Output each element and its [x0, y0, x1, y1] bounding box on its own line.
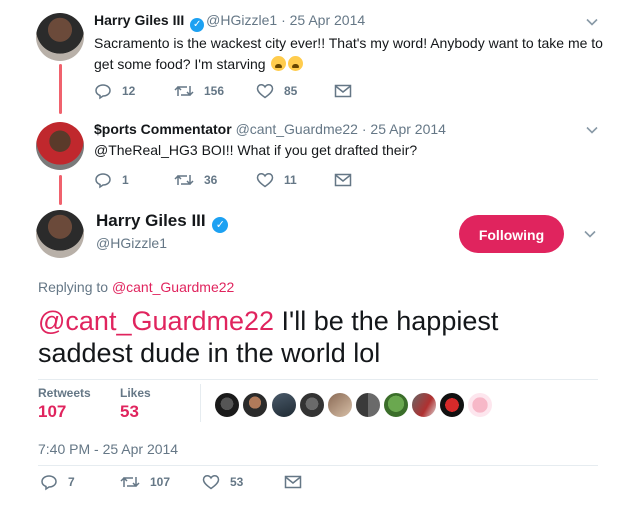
message-icon[interactable] — [334, 83, 352, 99]
retweet-count: 156 — [204, 84, 225, 98]
author-handle[interactable]: @HGizzle1 — [206, 12, 277, 28]
like-count: 85 — [284, 84, 298, 98]
author-handle[interactable]: @cant_Guardme22 — [236, 121, 358, 137]
avatar[interactable] — [36, 13, 84, 61]
like-count: 53 — [230, 475, 244, 489]
main-author-handle[interactable]: @HGizzle1 — [96, 235, 167, 251]
liker-avatar[interactable] — [299, 392, 325, 418]
following-button[interactable]: Following — [459, 215, 564, 253]
likes-value: 53 — [120, 402, 139, 421]
liker-avatar[interactable] — [411, 392, 437, 418]
reply-button[interactable]: 1 — [94, 171, 174, 189]
retweet-icon — [120, 476, 140, 488]
like-button[interactable]: 53 — [202, 473, 284, 491]
message-icon[interactable] — [284, 474, 302, 490]
replying-to: Replying to @cant_Guardme22 — [38, 279, 235, 295]
chevron-down-icon[interactable] — [585, 123, 599, 137]
reply-icon — [41, 475, 57, 491]
main-tweet-text: @cant_Guardme22 I'll be the happiest sad… — [38, 306, 499, 368]
message-icon[interactable] — [334, 172, 352, 188]
chevron-down-icon[interactable] — [585, 15, 599, 29]
retweets-stat[interactable]: Retweets 107 — [38, 386, 91, 422]
retweet-icon — [174, 174, 194, 186]
liker-avatar[interactable] — [467, 392, 493, 418]
main-author-name[interactable]: Harry Giles III ✓ — [96, 211, 230, 233]
tweet-text: Sacramento is the wackest city ever!! Th… — [94, 35, 603, 72]
reply-button[interactable]: 12 — [94, 82, 174, 100]
like-icon — [256, 84, 274, 99]
verified-icon: ✓ — [212, 217, 229, 233]
reply-button[interactable]: 7 — [40, 473, 120, 491]
reply-count: 1 — [122, 173, 129, 187]
reply-icon — [95, 173, 111, 189]
reply-icon — [95, 84, 111, 100]
avatar[interactable] — [36, 210, 84, 258]
verified-icon: ✓ — [190, 18, 205, 32]
tweet-text: @TheReal_HG3 BOI!! What if you get draft… — [94, 142, 418, 158]
mention-link[interactable]: @cant_Guardme22 — [38, 306, 274, 336]
liker-avatar[interactable] — [327, 392, 353, 418]
replying-to-link[interactable]: @cant_Guardme22 — [112, 279, 234, 295]
retweet-button[interactable]: 36 — [174, 171, 256, 189]
author-name[interactable]: $ports Commentator — [94, 121, 232, 137]
tweet-actions: 12 156 85 — [94, 82, 352, 100]
divider — [38, 379, 598, 380]
chevron-down-icon[interactable] — [583, 227, 597, 241]
retweet-button[interactable]: 156 — [174, 82, 256, 100]
retweet-icon — [174, 85, 194, 97]
tweet-header: $ports Commentator @cant_Guardme22 · 25 … — [94, 121, 446, 137]
likes-stat[interactable]: Likes 53 — [120, 386, 151, 422]
thread-line — [59, 64, 62, 114]
like-button[interactable]: 85 — [256, 82, 334, 100]
weary-face-emoji — [288, 56, 304, 71]
divider — [38, 465, 598, 466]
divider — [200, 384, 201, 422]
liker-avatar[interactable] — [439, 392, 465, 418]
retweet-count: 36 — [204, 173, 218, 187]
retweets-value: 107 — [38, 402, 67, 421]
retweet-button[interactable]: 107 — [120, 473, 202, 491]
thread-line — [59, 175, 62, 205]
weary-face-emoji — [271, 56, 287, 71]
tweet-header: Harry Giles III ✓ @HGizzle1 · 25 Apr 2014 — [94, 12, 365, 32]
tweet-date[interactable]: · 25 Apr 2014 — [281, 12, 365, 28]
liker-avatar[interactable] — [242, 392, 268, 418]
liker-avatar[interactable] — [271, 392, 297, 418]
like-icon — [202, 475, 220, 490]
liker-avatar[interactable] — [383, 392, 409, 418]
reply-count: 7 — [68, 475, 75, 489]
retweets-label: Retweets — [38, 386, 91, 400]
like-count: 11 — [284, 173, 297, 187]
retweet-count: 107 — [150, 475, 171, 489]
reply-count: 12 — [122, 84, 136, 98]
tweet-date[interactable]: · 25 Apr 2014 — [362, 121, 446, 137]
tweet-timestamp[interactable]: 7:40 PM - 25 Apr 2014 — [38, 441, 178, 457]
liker-avatar[interactable] — [355, 392, 381, 418]
liker-avatar[interactable] — [214, 392, 240, 418]
likes-label: Likes — [120, 386, 151, 400]
like-button[interactable]: 11 — [256, 171, 334, 189]
author-name[interactable]: Harry Giles III — [94, 12, 184, 28]
like-icon — [256, 173, 274, 188]
main-tweet-actions: 7 107 53 — [40, 473, 302, 491]
tweet-actions: 1 36 11 — [94, 171, 352, 189]
avatar[interactable] — [36, 122, 84, 170]
